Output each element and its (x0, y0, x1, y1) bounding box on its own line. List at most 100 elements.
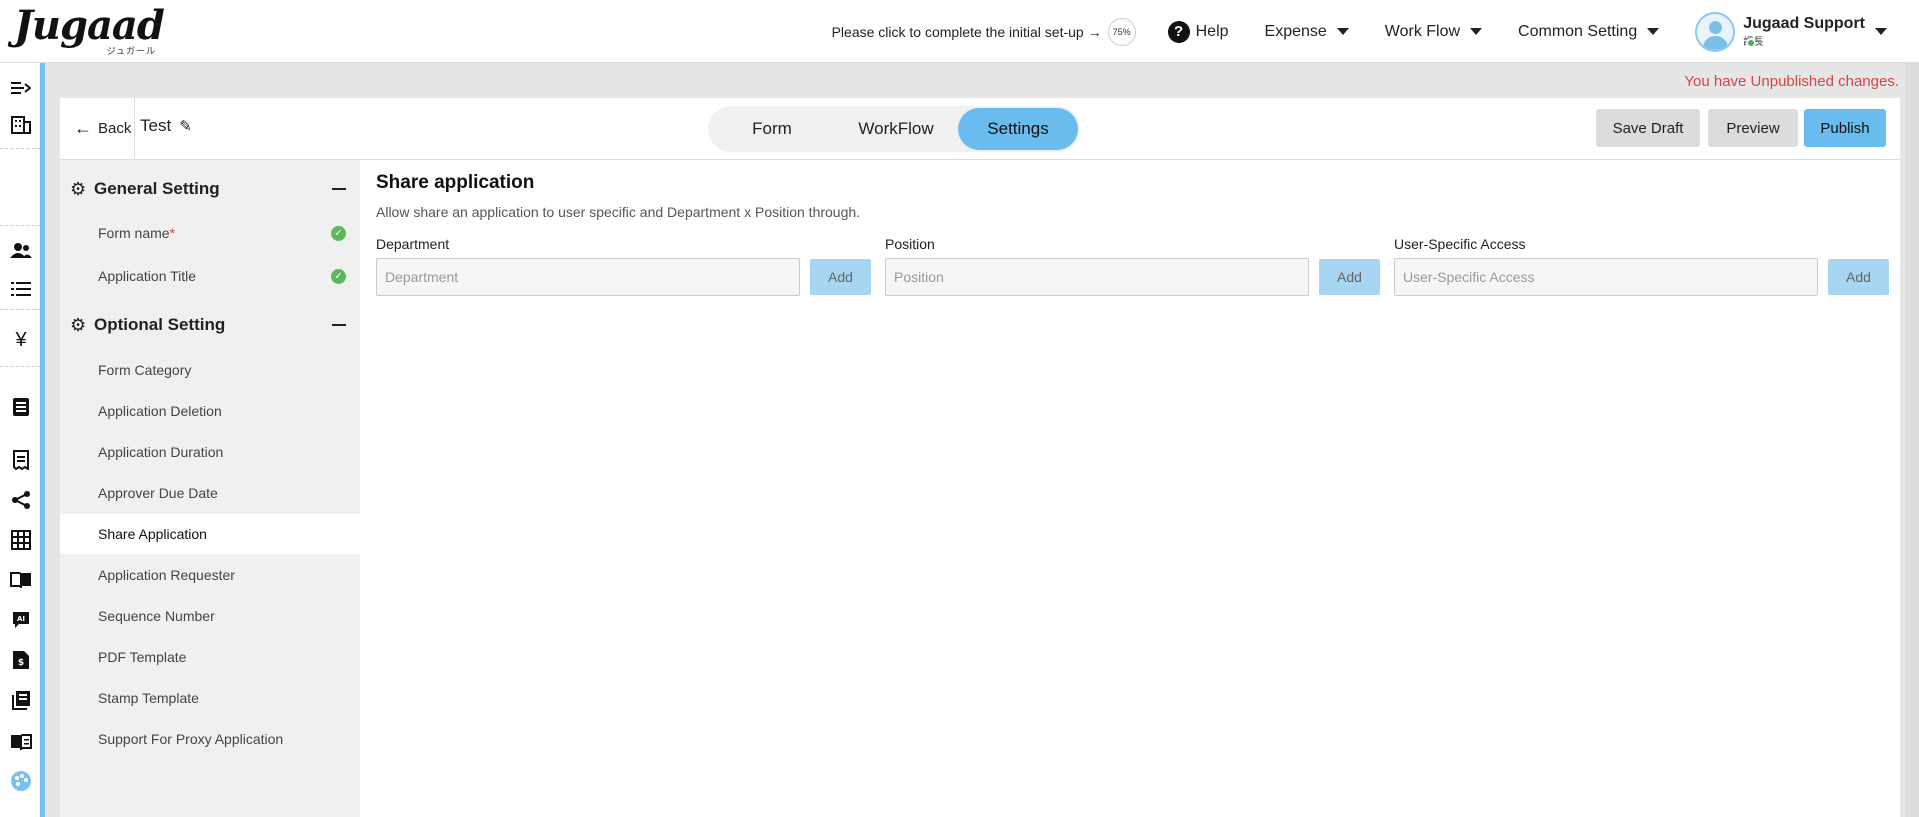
user-name: Jugaad Support (1743, 15, 1865, 32)
header-divider (134, 98, 135, 160)
sidebar-item-application-deletion[interactable]: Application Deletion (60, 391, 360, 431)
users-icon[interactable] (10, 239, 32, 261)
share-application-panel: Share application Allow share an applica… (376, 172, 860, 220)
list-icon[interactable] (10, 278, 32, 300)
tab-workflow[interactable]: WorkFlow (834, 108, 958, 150)
position-input[interactable]: Position (885, 258, 1309, 296)
setup-progress-indicator: 75% (1107, 17, 1136, 46)
grid-icon[interactable] (10, 529, 32, 551)
nav-accent-border (40, 63, 45, 817)
expense-menu[interactable]: Expense (1265, 23, 1349, 41)
sidebar-item-application-duration[interactable]: Application Duration (60, 432, 360, 472)
setup-prompt[interactable]: Please click to complete the initial set… (831, 17, 1136, 46)
sidebar-item-approver-due-date[interactable]: Approver Due Date (60, 473, 360, 513)
sidebar-item-sequence-number[interactable]: Sequence Number (60, 596, 360, 636)
department-label: Department (376, 236, 450, 252)
setup-text: Please click to complete the initial set… (831, 23, 1102, 40)
collapse-icon[interactable] (332, 324, 346, 326)
logo-text: Jugaad (14, 2, 165, 49)
add-user-access-button[interactable]: Add (1828, 259, 1889, 295)
help-link[interactable]: ? Help (1167, 20, 1229, 43)
publish-button[interactable]: Publish (1804, 109, 1886, 147)
check-icon: ✓ (331, 269, 346, 284)
preview-button[interactable]: Preview (1708, 109, 1798, 147)
sidebar-item-application-requester[interactable]: Application Requester (60, 555, 360, 595)
document-icon[interactable] (10, 396, 32, 418)
book-icon[interactable] (10, 569, 32, 591)
chevron-down-icon (1875, 28, 1887, 35)
logo[interactable]: Jugaad ジュガール (14, 2, 166, 57)
manual-icon[interactable] (10, 731, 32, 753)
nav-divider (0, 225, 40, 226)
save-draft-button[interactable]: Save Draft (1596, 109, 1700, 147)
library-icon[interactable] (10, 689, 32, 711)
left-nav: ¥ AI $ (0, 63, 40, 817)
nav-divider (0, 309, 40, 310)
add-position-button[interactable]: Add (1319, 259, 1380, 295)
help-label: Help (1195, 22, 1229, 40)
sidebar-item-label: Application Title (98, 268, 197, 284)
optional-setting-header[interactable]: ⚙ Optional Setting (70, 310, 352, 340)
palette-icon[interactable] (10, 770, 32, 792)
receipt-icon[interactable] (10, 449, 32, 471)
department-input[interactable]: Department (376, 258, 800, 296)
position-label: Position (885, 236, 935, 252)
general-setting-header[interactable]: ⚙ General Setting (70, 174, 352, 204)
building-icon[interactable] (10, 114, 32, 136)
sidebar-item-form-name[interactable]: Form name * ✓ (60, 213, 360, 253)
top-nav: Please click to complete the initial set… (832, 0, 1919, 63)
editor-tabs: Form WorkFlow Settings (708, 106, 1080, 152)
svg-text:$: $ (18, 658, 24, 668)
user-access-input[interactable]: User-Specific Access (1394, 258, 1818, 296)
check-icon: ✓ (331, 226, 346, 241)
workflow-menu-label: Work Flow (1384, 22, 1461, 40)
invoice-icon[interactable]: $ (10, 649, 32, 671)
tab-form[interactable]: Form (710, 108, 834, 150)
collapse-icon[interactable] (332, 188, 346, 190)
position-field-group: Position Position Add (885, 236, 1380, 296)
nav-divider (0, 148, 40, 149)
user-menu[interactable]: Jugaad Support 課長 (1695, 11, 1887, 52)
help-icon: ? (1167, 20, 1190, 43)
chevron-down-icon (1470, 28, 1483, 35)
user-access-field-group: User-Specific Access User-Specific Acces… (1394, 236, 1889, 296)
sidebar-item-label: Form name (98, 225, 170, 241)
pencil-icon[interactable]: ✎ (179, 117, 192, 135)
nav-divider (0, 366, 40, 367)
logo-subtext: ジュガール (106, 46, 156, 56)
sidebar-item-pdf-template[interactable]: PDF Template (60, 637, 360, 677)
common-setting-menu-label: Common Setting (1518, 22, 1638, 40)
tab-settings[interactable]: Settings (958, 108, 1078, 150)
sidebar-item-stamp-template[interactable]: Stamp Template (60, 678, 360, 718)
arrow-left-icon: ← (74, 118, 92, 138)
chevron-down-icon (1336, 28, 1349, 35)
expense-menu-label: Expense (1264, 22, 1327, 40)
menu-collapse-icon[interactable] (10, 77, 32, 99)
page-description: Allow share an application to user speci… (376, 204, 861, 220)
ai-chat-icon[interactable]: AI (10, 609, 32, 631)
user-role: 課長 (1743, 33, 1865, 48)
sidebar-item-support-for-proxy[interactable]: Support For Proxy Application (60, 719, 360, 759)
sidebar-item-form-category[interactable]: Form Category (60, 350, 360, 390)
top-bar: Jugaad ジュガール Please click to complete th… (0, 0, 1919, 63)
gear-icon: ⚙ (70, 314, 87, 335)
back-button[interactable]: ← Back (74, 118, 131, 139)
form-title[interactable]: Test ✎ (140, 116, 192, 136)
user-access-label: User-Specific Access (1394, 236, 1526, 252)
workflow-menu[interactable]: Work Flow (1384, 22, 1483, 41)
yen-icon[interactable]: ¥ (10, 329, 32, 351)
unpublished-notice: You have Unpublished changes. (1684, 73, 1899, 90)
settings-sidebar: ⚙ General Setting Form name * ✓ Applicati… (60, 160, 360, 817)
gear-icon: ⚙ (70, 178, 87, 199)
optional-setting-title: Optional Setting (94, 315, 226, 334)
online-status-icon (1746, 38, 1756, 48)
add-department-button[interactable]: Add (810, 259, 871, 295)
avatar (1695, 11, 1736, 52)
sidebar-item-application-title[interactable]: Application Title ✓ (60, 256, 360, 296)
share-icon[interactable] (10, 489, 32, 511)
chevron-down-icon (1647, 28, 1660, 35)
page-title: Share application (376, 172, 535, 193)
sidebar-item-share-application[interactable]: Share Application (60, 514, 360, 554)
common-setting-menu[interactable]: Common Setting (1518, 22, 1660, 41)
scrollbar[interactable] (1905, 0, 1919, 817)
